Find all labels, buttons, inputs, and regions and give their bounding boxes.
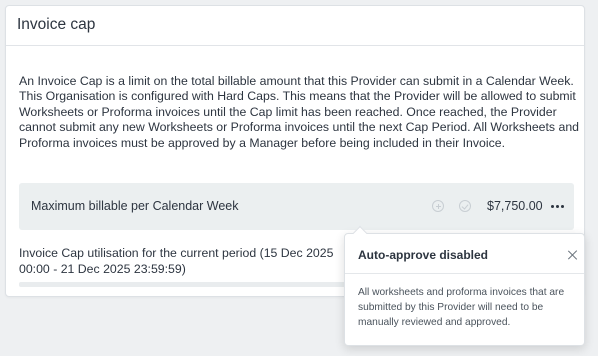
popover-title: Auto-approve disabled — [358, 248, 489, 262]
cap-limit-label: Maximum billable per Calendar Week — [31, 199, 239, 213]
cap-utilisation-bar — [19, 282, 349, 287]
auto-approve-popover: Auto-approve disabled All worksheets and… — [344, 225, 585, 346]
close-icon[interactable] — [567, 249, 579, 261]
cap-limit-row: Maximum billable per Calendar Week $7,75… — [19, 183, 574, 230]
popover-header: Auto-approve disabled — [345, 234, 584, 274]
check-circle-icon[interactable] — [459, 200, 471, 212]
cap-utilisation-text: Invoice Cap utilisation for the current … — [19, 246, 334, 276]
invoice-cap-description: An Invoice Cap is a limit on the total b… — [19, 74, 580, 150]
more-options-icon[interactable] — [549, 198, 565, 214]
card-title: Invoice cap — [17, 16, 96, 33]
cap-limit-amount: $7,750.00 — [487, 199, 543, 213]
plus-circle-icon[interactable] — [432, 200, 444, 212]
popover-body: All worksheets and proforma invoices tha… — [358, 287, 565, 328]
card-header: Invoice cap — [6, 6, 584, 46]
